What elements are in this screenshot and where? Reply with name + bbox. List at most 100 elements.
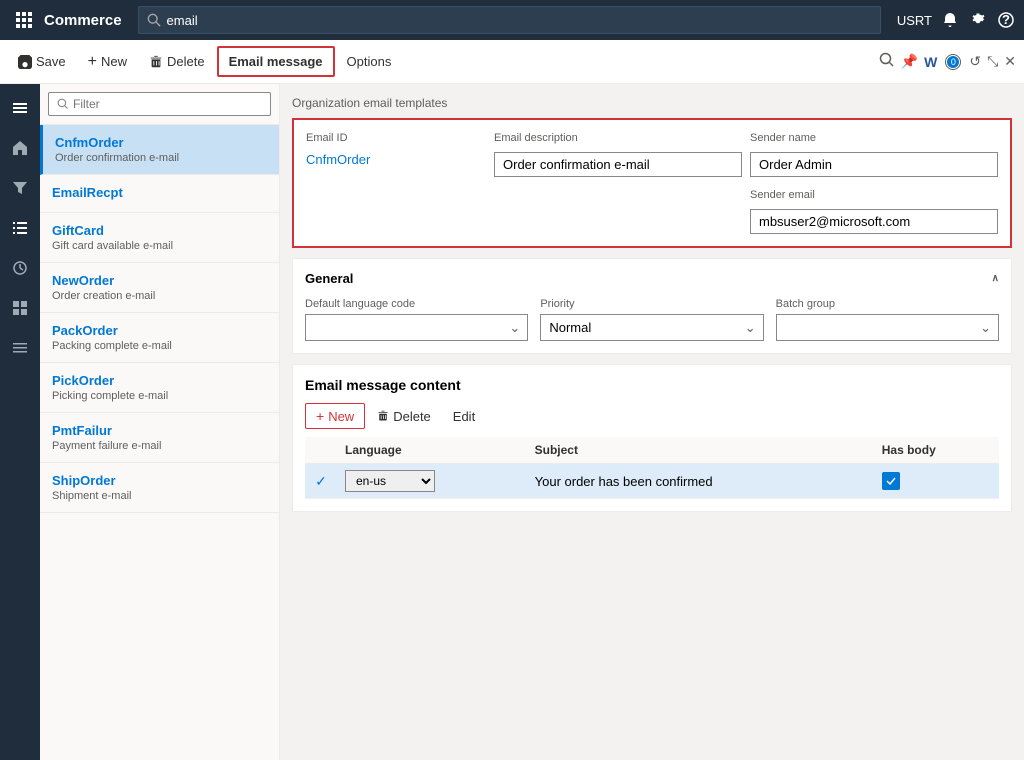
email-desc-label: Email description — [494, 132, 742, 144]
gear-icon[interactable] — [968, 10, 988, 30]
save-button[interactable]: Save — [8, 48, 76, 75]
close-icon[interactable]: ✕ — [1004, 53, 1016, 70]
filter-input[interactable] — [73, 97, 262, 111]
priority-select-wrap: Normal High Low — [540, 314, 763, 341]
sidebar-grid-icon[interactable] — [4, 292, 36, 324]
general-collapse-icon[interactable]: ∧ — [992, 273, 999, 284]
search-input[interactable] — [167, 13, 872, 28]
sidebar-hamburger-icon[interactable] — [4, 92, 36, 124]
apps-icon[interactable] — [8, 4, 40, 36]
row-language-cell: en-us — [337, 464, 527, 499]
help-icon[interactable]: ? — [996, 10, 1016, 30]
sidebar-clock-icon[interactable] — [4, 252, 36, 284]
bell-icon[interactable] — [940, 10, 960, 30]
content-new-label: New — [328, 409, 354, 424]
row-subject-value: Your order has been confirmed — [535, 474, 713, 489]
template-section: Organization email templates Email ID Cn… — [292, 96, 1012, 248]
th-language[interactable]: Language — [337, 437, 527, 464]
refresh-icon[interactable]: ↺ — [969, 53, 981, 70]
sidebar-home-icon[interactable] — [4, 132, 36, 164]
row-subject-cell: Your order has been confirmed — [527, 464, 874, 499]
email-desc-col: Email description — [494, 132, 742, 234]
content-edit-button[interactable]: Edit — [443, 405, 485, 428]
list-item[interactable]: PackOrder Packing complete e-mail — [40, 313, 279, 363]
default-language-select[interactable] — [305, 314, 528, 341]
list-filter — [40, 84, 279, 125]
general-section: General ∧ Default language code Priority — [292, 258, 1012, 354]
email-id-label: Email ID — [306, 132, 486, 144]
list-item[interactable]: GiftCard Gift card available e-mail — [40, 213, 279, 263]
content-edit-label: Edit — [453, 409, 475, 424]
save-label: Save — [36, 54, 66, 69]
sidebar-icons — [0, 84, 40, 760]
global-search[interactable] — [138, 6, 881, 34]
sidebar-menu-icon[interactable] — [4, 332, 36, 364]
expand-icon[interactable]: ⤡ — [987, 53, 998, 70]
email-message-label: Email message — [229, 54, 323, 69]
template-section-title: Organization email templates — [292, 96, 1012, 110]
th-has-body[interactable]: Has body — [874, 437, 999, 464]
language-select[interactable]: en-us — [345, 470, 435, 492]
list-item[interactable]: PickOrder Picking complete e-mail — [40, 363, 279, 413]
list-item[interactable]: PmtFailur Payment failure e-mail — [40, 413, 279, 463]
email-id-col: Email ID CnfmOrder — [306, 132, 486, 234]
list-item[interactable]: CnfmOrder Order confirmation e-mail — [40, 125, 279, 175]
batch-group-select[interactable] — [776, 314, 999, 341]
command-bar: Save + New Delete Email message Options … — [0, 40, 1024, 84]
content-delete-label: Delete — [393, 409, 431, 424]
options-label: Options — [347, 54, 392, 69]
row-check-cell: ✓ — [305, 464, 337, 499]
delete-label: Delete — [167, 54, 205, 69]
default-language-select-wrap — [305, 314, 528, 341]
list-item[interactable]: NewOrder Order creation e-mail — [40, 263, 279, 313]
list-items: CnfmOrder Order confirmation e-mail Emai… — [40, 125, 279, 760]
sender-name-label: Sender name — [750, 132, 998, 144]
email-message-content-section: Email message content + New Delete Edit — [292, 364, 1012, 512]
main-layout: CnfmOrder Order confirmation e-mail Emai… — [0, 84, 1024, 760]
list-item[interactable]: EmailRecpt — [40, 175, 279, 213]
new-button[interactable]: + New — [78, 48, 137, 76]
priority-select[interactable]: Normal High Low — [540, 314, 763, 341]
list-panel: CnfmOrder Order confirmation e-mail Emai… — [40, 84, 280, 760]
batch-group-group: Batch group — [776, 298, 999, 341]
user-label: USRT — [897, 13, 932, 28]
top-nav: Commerce USRT ? — [0, 0, 1024, 40]
svg-text:?: ? — [1002, 12, 1010, 27]
options-button[interactable]: Options — [337, 48, 402, 75]
word-icon[interactable]: W — [924, 54, 937, 70]
sender-email-label: Sender email — [750, 189, 998, 201]
sender-col: Sender name Sender email — [750, 132, 998, 234]
batch-group-label: Batch group — [776, 298, 999, 310]
template-fields: Email ID CnfmOrder Email description Sen… — [292, 118, 1012, 248]
content-new-button[interactable]: + New — [305, 403, 365, 429]
content-delete-button[interactable]: Delete — [367, 405, 441, 428]
email-id-value[interactable]: CnfmOrder — [306, 152, 486, 167]
search-icon[interactable] — [879, 52, 895, 71]
batch-group-select-wrap — [776, 314, 999, 341]
row-has-body-cell — [874, 464, 999, 499]
notification-badge: 0 — [943, 52, 963, 72]
email-desc-input[interactable] — [494, 152, 742, 177]
table-row[interactable]: ✓ en-us Your order has been confirmed — [305, 464, 999, 499]
email-message-button[interactable]: Email message — [217, 46, 335, 77]
pin-icon[interactable]: 📌 — [901, 53, 918, 70]
content-table: Language Subject Has body ✓ en-us — [305, 437, 999, 499]
sidebar-list-icon[interactable] — [4, 212, 36, 244]
nav-right: USRT ? — [897, 10, 1016, 30]
priority-group: Priority Normal High Low — [540, 298, 763, 341]
sender-name-input[interactable] — [750, 152, 998, 177]
content-section-title: Email message content — [305, 377, 999, 393]
new-label: New — [101, 54, 127, 69]
filter-input-wrap[interactable] — [48, 92, 271, 116]
content-toolbar: + New Delete Edit — [305, 403, 999, 429]
sender-email-input[interactable] — [750, 209, 998, 234]
general-fields: Default language code Priority Normal Hi… — [305, 298, 999, 341]
app-title: Commerce — [44, 12, 122, 29]
table-header-row: Language Subject Has body — [305, 437, 999, 464]
row-check-icon: ✓ — [315, 473, 327, 489]
list-item[interactable]: ShipOrder Shipment e-mail — [40, 463, 279, 513]
delete-button[interactable]: Delete — [139, 48, 215, 75]
sidebar-filter-icon[interactable] — [4, 172, 36, 204]
th-check — [305, 437, 337, 464]
th-subject[interactable]: Subject — [527, 437, 874, 464]
